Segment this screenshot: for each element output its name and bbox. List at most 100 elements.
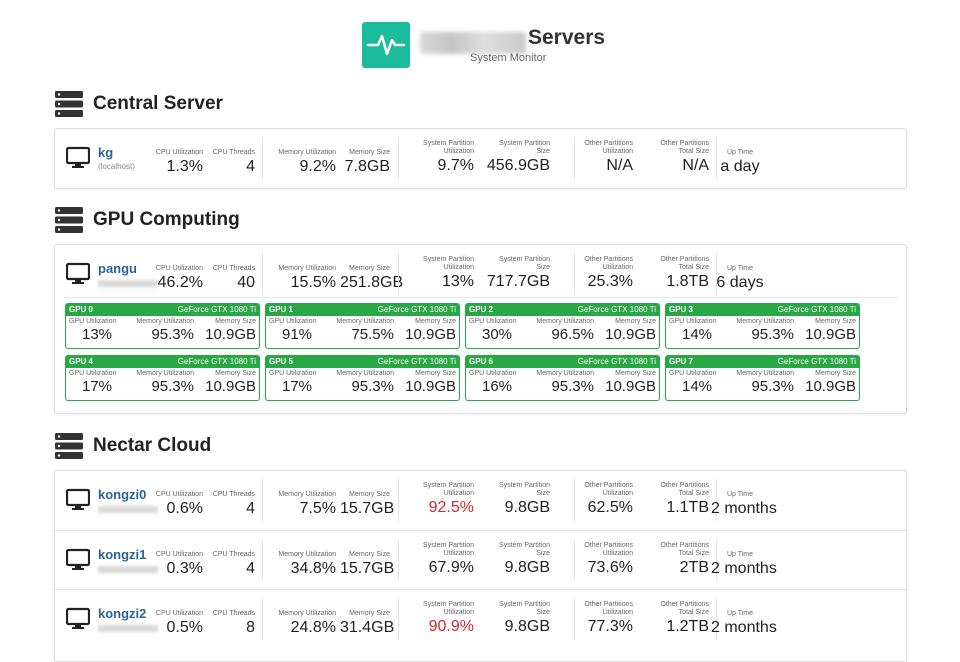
host-link[interactable]: kg	[98, 145, 113, 160]
metric-oth-util: Other Partitions Utilization 25.3%	[553, 256, 633, 291]
gpu-card-header: GPU 5 GeForce GTX 1080 Ti	[266, 356, 459, 368]
metric-value: a day	[720, 158, 760, 175]
metric-value: 9.8GB	[504, 618, 550, 635]
metric-label: GPU Utilization	[669, 370, 717, 377]
metric-label: Memory Utilization	[278, 149, 336, 156]
metric-sys-util: System Partition Utilization 13%	[394, 256, 474, 291]
gpu-metric-mem-util: Memory Utilization 95.3%	[726, 317, 794, 343]
metric-label: Memory Utilization	[336, 318, 394, 325]
gpu-card-header: GPU 2 GeForce GTX 1080 Ti	[466, 304, 659, 316]
metric-uptime: Up Time 2 months	[711, 491, 777, 518]
metric-label: GPU Utilization	[469, 318, 517, 325]
metric-value: 34.8%	[290, 560, 336, 577]
metric-value: 7.5%	[299, 500, 336, 517]
metric-label: Other Partitions Utilization	[584, 482, 633, 497]
gpu-card: GPU 0 GeForce GTX 1080 Ti GPU Utilization 1…	[65, 303, 260, 349]
metric-value: 10.9GB	[405, 378, 456, 395]
host-link[interactable]: pangu	[98, 261, 137, 276]
metric-label: System Partition Size	[499, 482, 550, 497]
metric-label: System Partition Utilization	[423, 482, 474, 497]
metric-sys-size: System Partition Size 717.7GB	[480, 256, 550, 291]
metric-sys-size: System Partition Size 456.9GB	[480, 140, 550, 175]
gpu-card-header: GPU 1 GeForce GTX 1080 Ti	[266, 304, 459, 316]
metric-oth-util: Other Partitions Utilization 73.6%	[553, 542, 633, 577]
metric-label: Memory Size	[415, 370, 456, 377]
metric-label: Memory Utilization	[278, 265, 336, 272]
host-link[interactable]: kongzi1	[98, 547, 146, 562]
gpu-model: GeForce GTX 1080 Ti	[577, 357, 656, 366]
metric-sys-util: System Partition Utilization 67.9%	[394, 542, 474, 577]
metric-label: CPU Utilization	[155, 265, 203, 272]
metric-oth-size: Other Partitions Total Size N/A	[639, 140, 709, 175]
metric-label: GPU Utilization	[69, 370, 117, 377]
metric-label: Other Partitions Utilization	[584, 256, 633, 271]
metric-cpu-threads: CPU Threads 4	[207, 491, 255, 518]
monitor-icon	[66, 607, 90, 629]
metric-label: Other Partitions Total Size	[660, 256, 709, 271]
metric-value: 40	[237, 274, 255, 291]
metric-label: Other Partitions Total Size	[660, 601, 709, 616]
gpu-name: GPU 5	[269, 357, 294, 366]
metric-label: Other Partitions Utilization	[584, 140, 633, 155]
metric-value: 92.5%	[428, 499, 474, 516]
gpu-metric-mem-util: Memory Utilization 95.3%	[126, 317, 194, 343]
metric-cpu-util: CPU Utilization 1.3%	[143, 149, 203, 176]
gpu-card: GPU 7 GeForce GTX 1080 Ti GPU Utilization 1…	[665, 355, 860, 401]
metric-label: System Partition Utilization	[423, 601, 474, 616]
section-title: Nectar Cloud	[93, 435, 212, 456]
metric-sys-size: System Partition Size 9.8GB	[480, 542, 550, 577]
metric-label: Up Time	[726, 265, 754, 272]
metric-value: 1.2TB	[666, 618, 709, 635]
metric-label: GPU Utilization	[669, 318, 717, 325]
host-link[interactable]: kongzi0	[98, 487, 146, 502]
metric-label: Other Partitions Utilization	[584, 542, 633, 557]
metric-value: 77.3%	[587, 618, 633, 635]
metric-value: 31.4GB	[340, 619, 395, 636]
metric-value: 17%	[81, 378, 113, 395]
gpu-metric-mem-size: Memory Size 10.9GB	[196, 369, 256, 395]
page-header: Servers System Monitor	[0, 22, 960, 72]
metric-value: 95.3%	[551, 378, 594, 395]
metric-value: 717.7GB	[486, 273, 550, 290]
metric-value: 90.9%	[428, 618, 474, 635]
app-title: Servers	[528, 26, 606, 49]
gpu-card-header: GPU 4 GeForce GTX 1080 Ti	[66, 356, 259, 368]
server-rack-icon	[55, 207, 83, 233]
gpu-model: GeForce GTX 1080 Ti	[377, 305, 456, 314]
gpu-metric-util: GPU Utilization 14%	[669, 317, 725, 343]
metric-label: Up Time	[726, 491, 754, 498]
metric-oth-util: Other Partitions Utilization 77.3%	[553, 601, 633, 636]
metric-value: 14%	[681, 378, 713, 395]
metric-value: 14%	[681, 326, 713, 343]
server-row: kg (localhost) CPU Utilization 1.3% CPU Thre…	[55, 129, 906, 187]
metric-value: N/A	[606, 157, 633, 174]
gpu-metric-mem-util: Memory Utilization 96.5%	[526, 317, 594, 343]
gpu-name: GPU 2	[469, 305, 494, 314]
metric-label: Memory Utilization	[736, 318, 794, 325]
metric-mem-size: Memory Size 251.8GB	[340, 265, 403, 292]
metric-label: Other Partitions Utilization	[584, 601, 633, 616]
server-row: kongzi1 CPU Utilization 0.3% CPU Threads 4 Me…	[55, 530, 906, 589]
metric-label: Memory Size	[415, 318, 456, 325]
metric-label: Up Time	[726, 551, 754, 558]
metric-cpu-threads: CPU Threads 40	[207, 265, 255, 292]
metric-value: 1.3%	[166, 158, 203, 175]
metric-label: System Partition Size	[499, 542, 550, 557]
metric-value: 24.8%	[290, 619, 336, 636]
metric-value: 6 days	[716, 274, 764, 291]
metric-value: 16%	[481, 378, 513, 395]
gpu-computing-panel: pangu CPU Utilization 46.2% CPU Threads 40 Me…	[54, 244, 907, 414]
gpu-card: GPU 3 GeForce GTX 1080 Ti GPU Utilization 1…	[665, 303, 860, 349]
metric-value: 2 months	[711, 500, 777, 517]
metric-value: 1.1TB	[666, 499, 709, 516]
metric-label: System Partition Utilization	[423, 542, 474, 557]
metric-cpu-util: CPU Utilization 0.6%	[143, 491, 203, 518]
gpu-name: GPU 7	[669, 357, 694, 366]
metric-value: 9.8GB	[504, 499, 550, 516]
host-link[interactable]: kongzi2	[98, 606, 146, 621]
metric-oth-util: Other Partitions Utilization 62.5%	[553, 482, 633, 517]
metric-cpu-threads: CPU Threads 4	[207, 551, 255, 578]
gpu-card: GPU 4 GeForce GTX 1080 Ti GPU Utilization 1…	[65, 355, 260, 401]
metric-label: Memory Size	[349, 610, 390, 617]
metric-mem-util: Memory Utilization 24.8%	[256, 610, 336, 637]
